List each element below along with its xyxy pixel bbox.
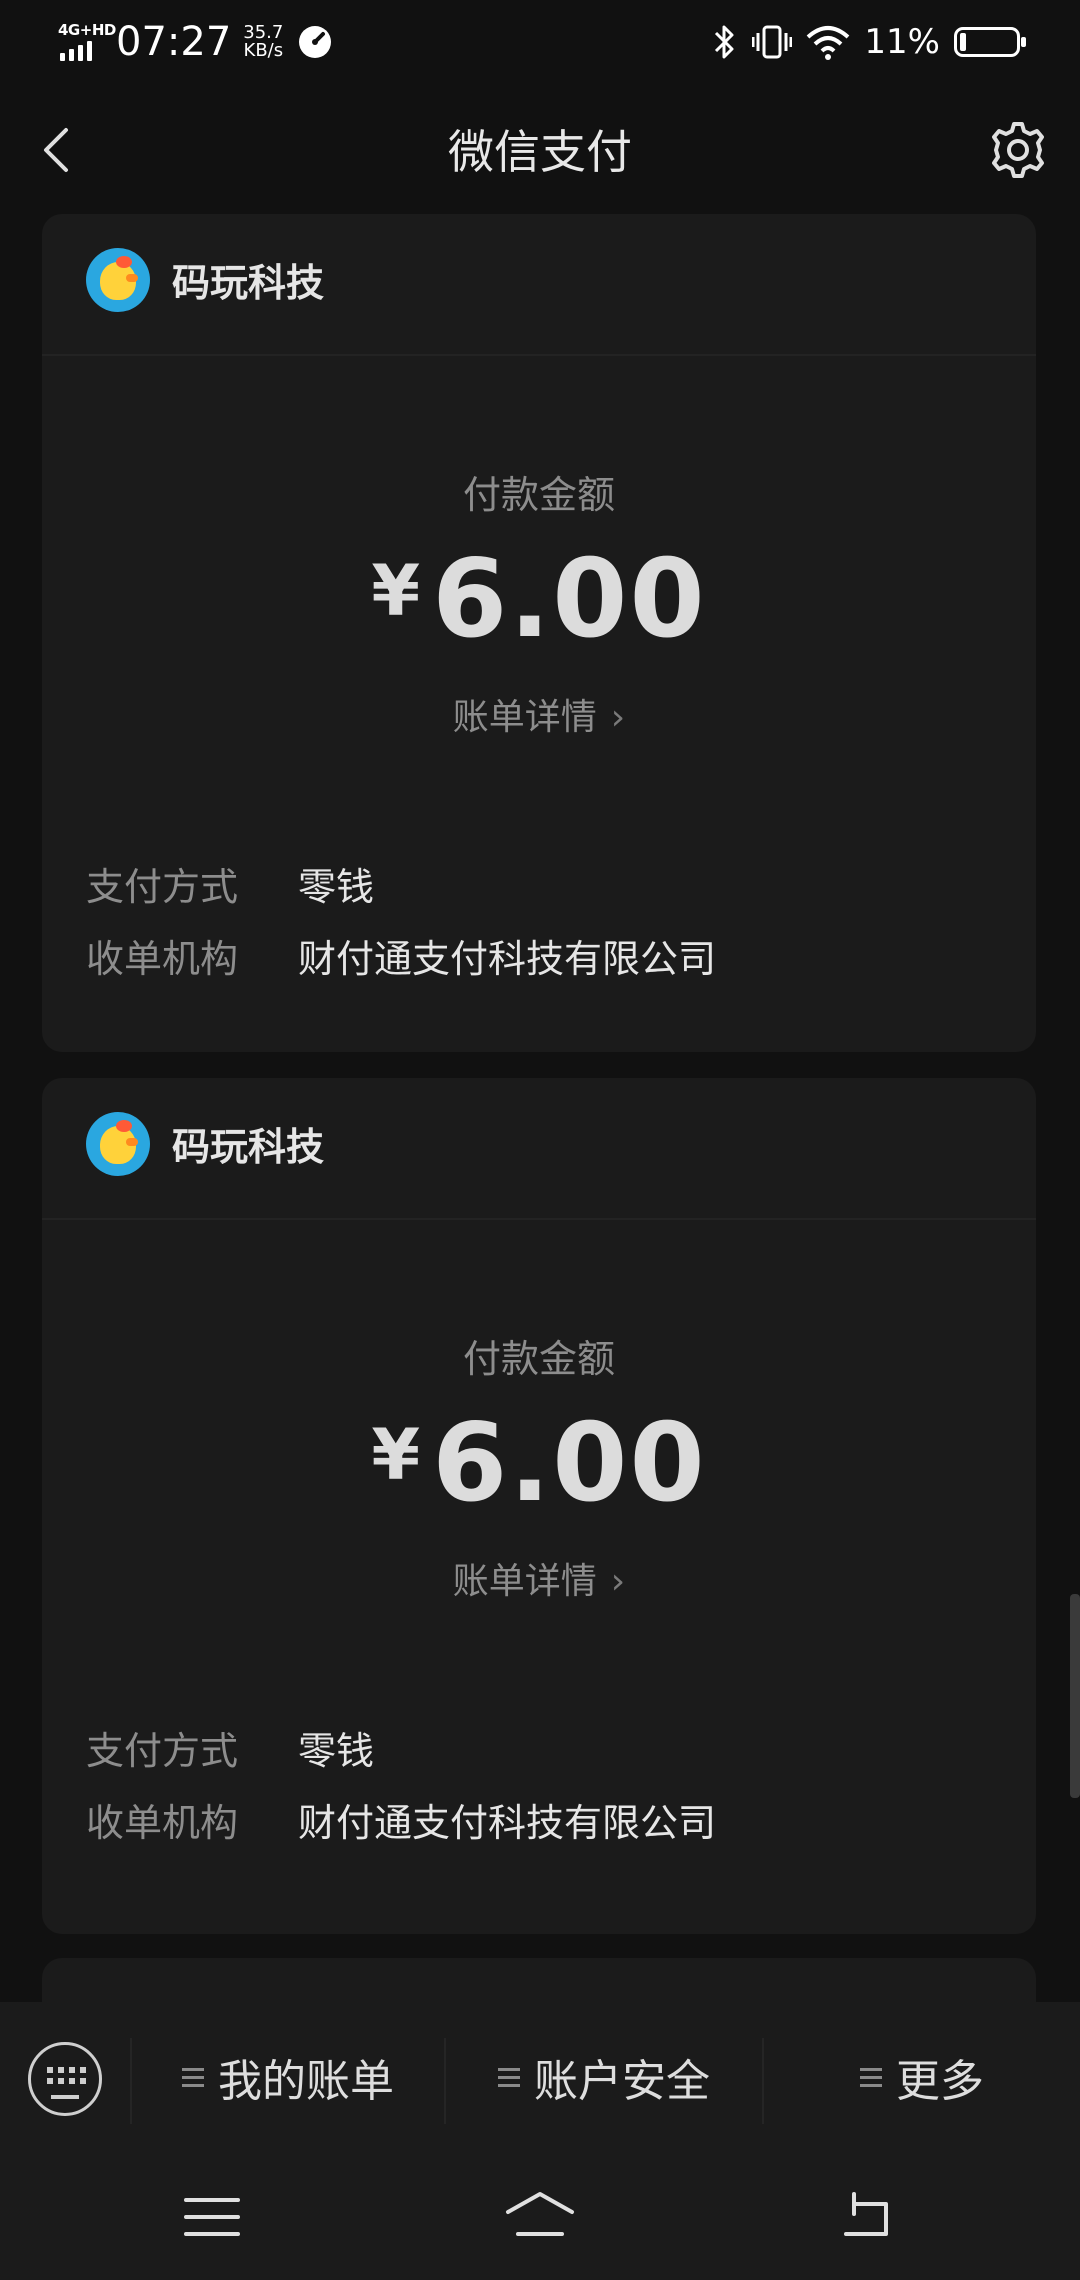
merchant-avatar [86, 248, 150, 312]
payment-method-label: 支付方式 [86, 865, 239, 909]
menu-item-more[interactable]: 更多 [764, 2002, 1080, 2152]
menu-lines-icon [182, 2067, 204, 2087]
menu-item-label: 账户安全 [534, 2056, 710, 2107]
acquirer-label: 收单机构 [86, 1801, 239, 1845]
system-nav-bar [0, 2152, 1080, 2280]
payment-method-row: 支付方式 零钱 [86, 1720, 374, 1775]
app-header: 微信支付 [0, 84, 1080, 214]
page-title: 微信支付 [448, 125, 632, 179]
acquirer-row: 收单机构 财付通支付科技有限公司 [86, 928, 716, 983]
amount-label: 付款金额 [462, 1337, 615, 1381]
bill-detail-label: 账单详情 [452, 697, 597, 738]
speed-unit: KB/s [243, 40, 284, 61]
payment-card: 码玩科技 付款金额 ¥6.00 账单详情 › 支付方式 零钱 收单机构 财付通支付科技… [42, 214, 1036, 1052]
wifi-icon [807, 26, 850, 60]
status-left: 4G+HD 07:27 35.7 KB/s [58, 18, 333, 66]
home-icon[interactable] [500, 2182, 580, 2252]
amount-value: 6.00 [432, 537, 707, 662]
payment-amount: ¥6.00 [42, 1408, 1036, 1520]
amount-label: 付款金额 [462, 473, 615, 517]
merchant-name: 码玩科技 [172, 261, 325, 305]
payment-card: 码玩科技 付款金额 ¥6.00 账单详情 › 支付方式 零钱 收单机构 财付通支付科技… [42, 1078, 1036, 1934]
menu-item-label: 更多 [896, 2056, 984, 2107]
acquirer-row: 收单机构 财付通支付科技有限公司 [86, 1792, 716, 1847]
bill-detail-link[interactable]: 账单详情 › [42, 1552, 1036, 1604]
acquirer-value: 财付通支付科技有限公司 [298, 1801, 717, 1845]
status-bar: 4G+HD 07:27 35.7 KB/s 11% [0, 0, 1080, 84]
menu-lines-icon [860, 2067, 882, 2087]
menu-item-label: 我的账单 [218, 2056, 394, 2107]
gear-icon[interactable] [986, 118, 1050, 182]
card-header[interactable]: 码玩科技 [42, 214, 1036, 356]
currency-symbol: ¥ [371, 550, 421, 632]
battery-icon [954, 27, 1026, 57]
payment-amount: ¥6.00 [42, 544, 1036, 656]
menu-item-account-security[interactable]: 账户安全 [446, 2002, 762, 2152]
payment-method-row: 支付方式 零钱 [86, 856, 374, 911]
bill-detail-link[interactable]: 账单详情 › [42, 688, 1036, 740]
payment-method-value: 零钱 [298, 865, 375, 909]
amount-value: 6.00 [432, 1401, 707, 1526]
keyboard-icon[interactable] [28, 2042, 102, 2116]
menu-item-my-bills[interactable]: 我的账单 [132, 2002, 444, 2152]
card-header[interactable]: 码玩科技 [42, 1078, 1036, 1220]
signal-icon: 4G+HD [58, 21, 116, 63]
scrollbar[interactable] [1070, 1594, 1080, 1798]
acquirer-value: 财付通支付科技有限公司 [298, 937, 717, 981]
menu-lines-icon [498, 2067, 520, 2087]
network-speed: 35.7 KB/s [243, 24, 283, 60]
merchant-avatar [86, 1112, 150, 1176]
payment-method-label: 支付方式 [86, 1729, 239, 1773]
currency-symbol: ¥ [371, 1414, 421, 1496]
acquirer-label: 收单机构 [86, 937, 239, 981]
recents-icon[interactable] [172, 2182, 252, 2252]
chevron-right-icon: › [610, 697, 626, 738]
vibrate-icon [752, 25, 793, 59]
status-right: 11% [712, 18, 1026, 66]
menu-bar: 我的账单 账户安全 更多 [0, 2002, 1080, 2152]
chevron-right-icon: › [610, 1561, 626, 1602]
speedometer-icon [299, 26, 332, 58]
bluetooth-icon [715, 25, 734, 59]
payment-method-value: 零钱 [298, 1729, 375, 1773]
battery-percent: 11% [864, 22, 940, 62]
clock: 07:27 [116, 19, 232, 65]
bill-detail-label: 账单详情 [452, 1561, 597, 1602]
back-icon[interactable] [828, 2182, 908, 2252]
network-type: 4G+HD [58, 21, 116, 39]
merchant-name: 码玩科技 [172, 1125, 325, 1169]
